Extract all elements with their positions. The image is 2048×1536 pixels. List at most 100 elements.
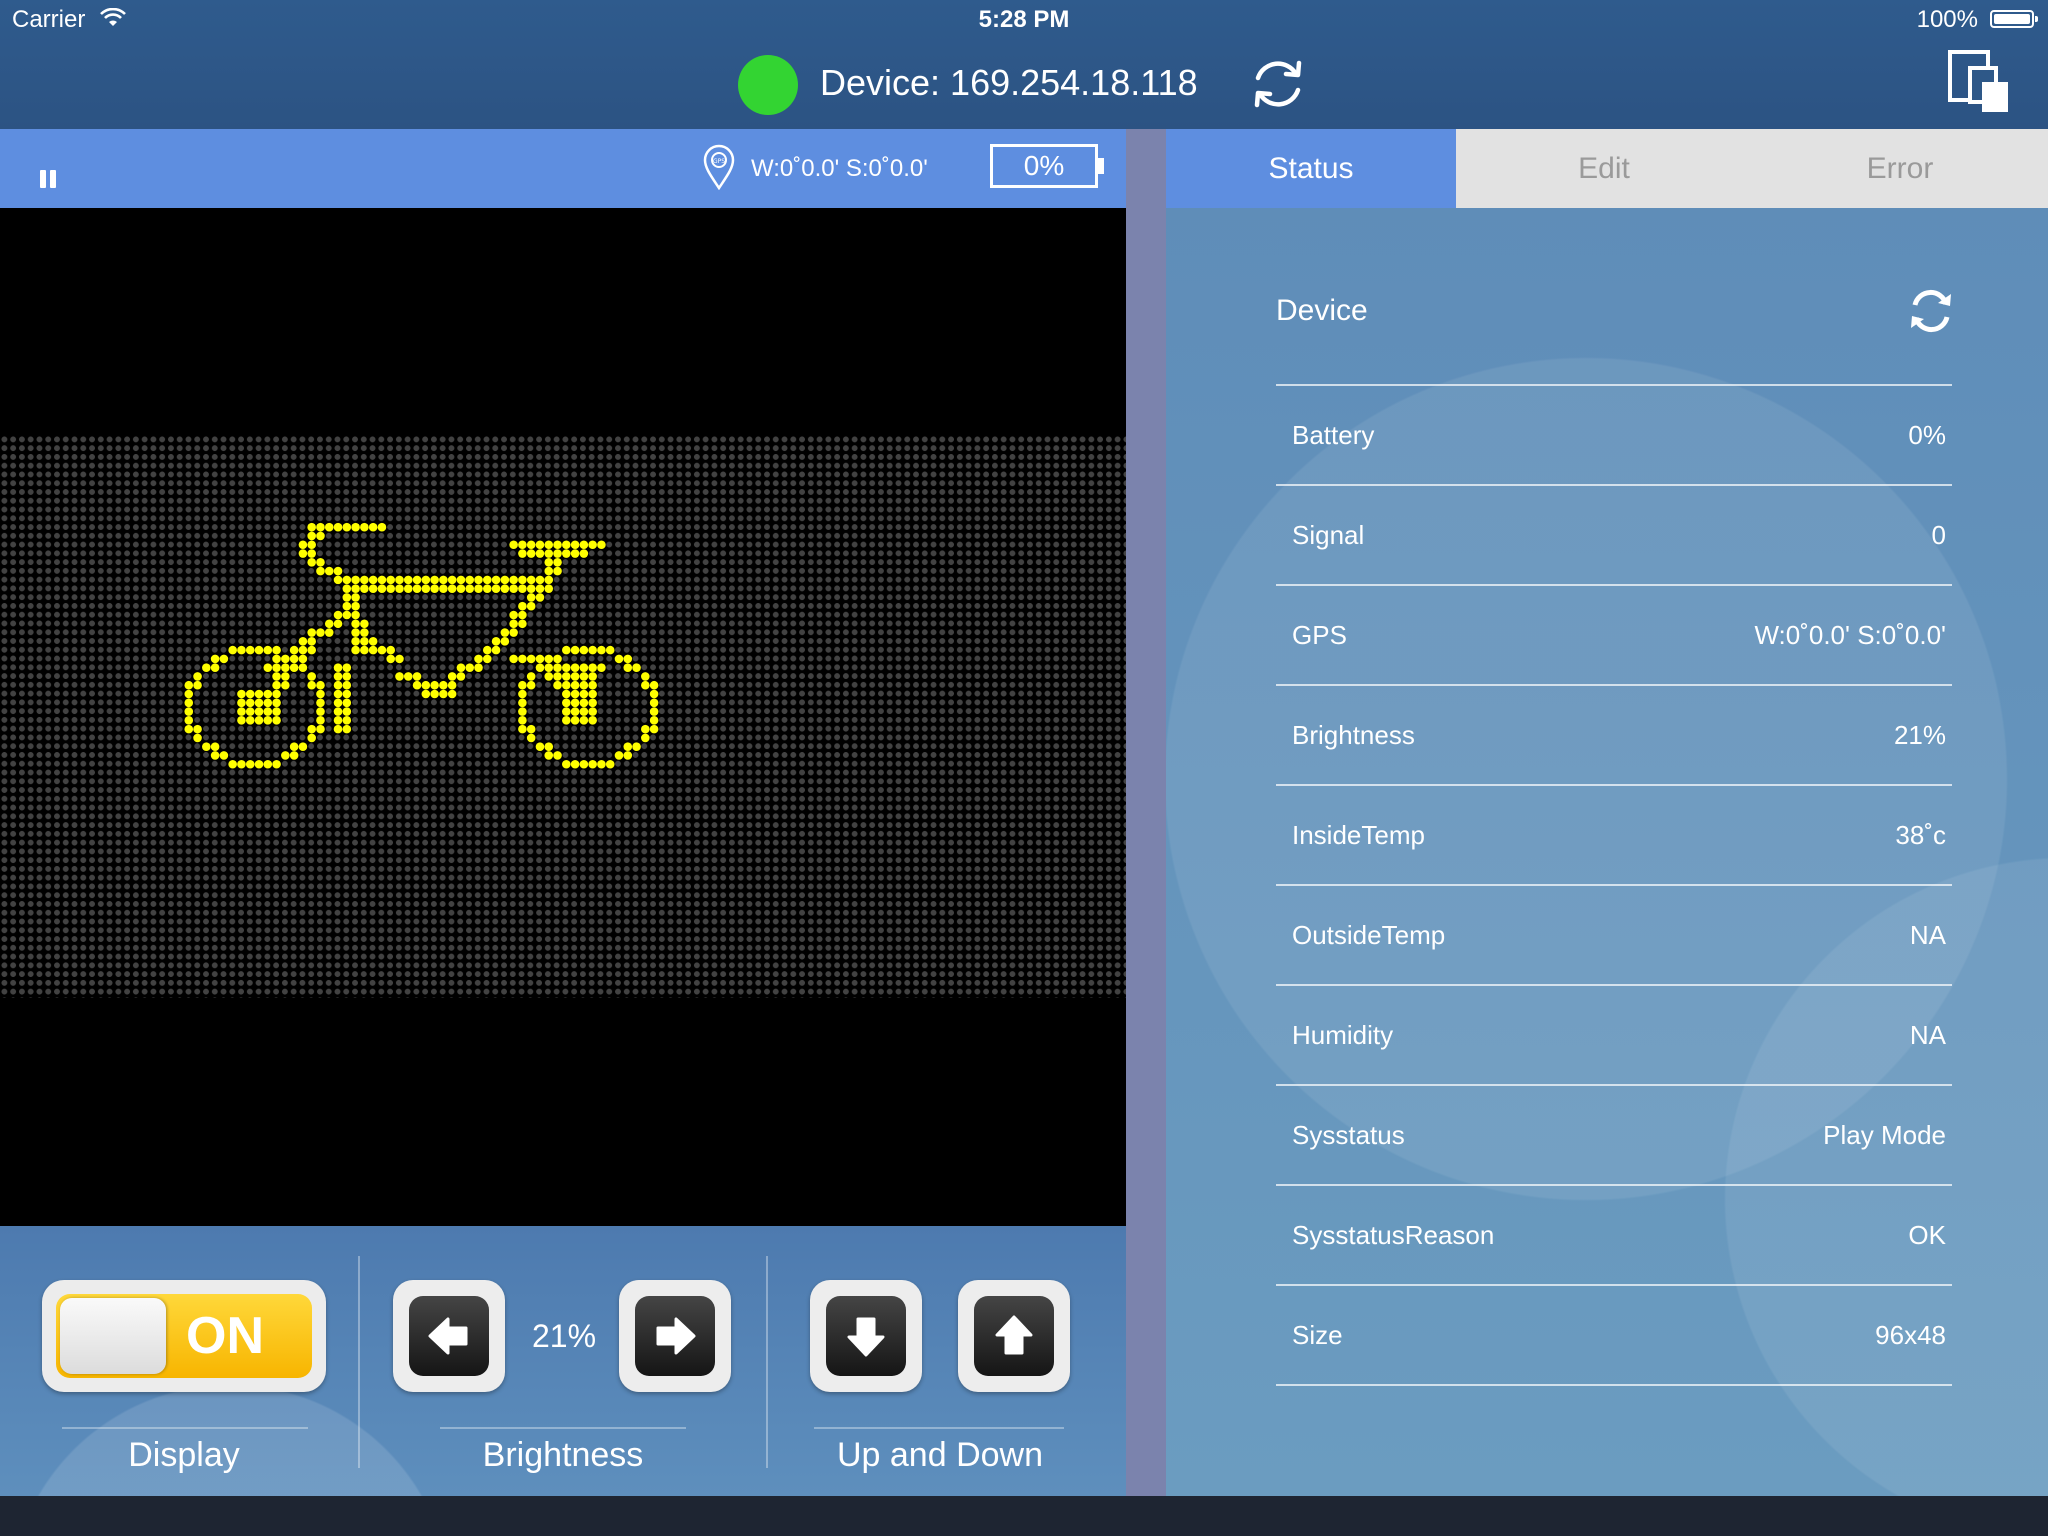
led-dot — [535, 593, 545, 602]
led-dot — [360, 637, 369, 646]
led-dot — [491, 575, 501, 585]
led-dot — [421, 689, 431, 699]
led-dot — [579, 663, 589, 672]
led-dot — [368, 645, 378, 655]
pause-icon[interactable] — [40, 168, 58, 195]
led-dot — [526, 680, 536, 690]
led-dot — [491, 584, 501, 593]
led-dot — [544, 575, 554, 585]
led-dot — [562, 759, 571, 769]
led-dot — [395, 672, 404, 681]
led-dot — [430, 584, 439, 593]
led-dot — [518, 654, 527, 664]
led-dot — [544, 663, 554, 672]
display-label: Display — [128, 1436, 240, 1474]
led-dot — [518, 575, 527, 585]
led-dot — [570, 663, 580, 672]
led-dot — [412, 672, 422, 681]
led-dot — [553, 540, 562, 550]
led-dot — [518, 716, 527, 725]
led-dot — [553, 549, 562, 558]
led-dot — [193, 733, 202, 743]
led-dot — [597, 540, 606, 550]
led-dot — [237, 707, 246, 716]
refresh-icon[interactable] — [1248, 54, 1308, 119]
led-dot — [544, 742, 554, 751]
status-bar-battery-percent: 100% — [1916, 6, 1978, 33]
display-toggle-track: ON — [56, 1294, 312, 1378]
led-dot — [570, 689, 580, 699]
led-dot — [342, 593, 352, 602]
status-row: SysstatusReason OK — [1276, 1184, 1952, 1284]
status-row-value: OK — [1908, 1220, 1946, 1250]
led-dot — [649, 698, 659, 708]
led-dot — [333, 689, 343, 699]
led-dot — [403, 584, 413, 593]
status-row-label: Signal — [1292, 520, 1365, 550]
led-dot — [562, 540, 571, 550]
led-dot — [184, 716, 194, 725]
pages-icon[interactable] — [1948, 50, 2012, 119]
led-dot — [439, 689, 448, 699]
led-dot — [518, 610, 527, 620]
refresh-icon[interactable] — [1906, 286, 1956, 341]
led-dot — [254, 698, 264, 708]
led-dot — [456, 584, 466, 593]
led-dot — [544, 549, 554, 558]
status-list: Battery 0% Signal 0 GPS W:0˚0.0' S:0˚0.0' Brig… — [1276, 384, 1952, 1386]
brightness-decrease-button[interactable] — [393, 1280, 505, 1392]
led-dot — [412, 584, 422, 593]
led-dot — [272, 663, 281, 672]
led-dot — [641, 733, 650, 743]
led-dot — [333, 707, 343, 716]
led-dot — [553, 672, 562, 681]
led-dot — [386, 584, 396, 593]
led-dot — [509, 575, 518, 585]
led-dot — [570, 707, 580, 716]
move-up-button[interactable] — [958, 1280, 1070, 1392]
brightness-increase-button[interactable] — [619, 1280, 731, 1392]
led-dot — [245, 645, 255, 655]
led-dot — [377, 584, 387, 593]
led-dot — [579, 707, 589, 716]
led-dot — [298, 540, 308, 550]
led-dot — [219, 751, 229, 760]
tab-status[interactable]: Status — [1166, 129, 1456, 208]
led-dot — [412, 575, 422, 585]
tab-edit[interactable]: Edit — [1456, 129, 1752, 208]
status-row-label: Sysstatus — [1292, 1120, 1405, 1150]
led-dot — [272, 680, 281, 690]
led-dot — [544, 654, 554, 664]
led-dot — [535, 654, 545, 664]
led-dot — [254, 689, 264, 699]
led-dot — [570, 645, 580, 655]
led-dot — [579, 698, 589, 708]
display-toggle-knob[interactable] — [60, 1298, 166, 1374]
bottom-strip — [0, 1496, 2048, 1536]
led-dot — [307, 531, 316, 541]
led-dot — [324, 628, 334, 637]
led-dot — [579, 759, 589, 769]
led-dot — [333, 619, 343, 629]
led-dot — [412, 680, 422, 690]
tab-error[interactable]: Error — [1752, 129, 2048, 208]
led-dot — [237, 698, 246, 708]
led-dot — [333, 680, 343, 690]
led-dot — [500, 584, 510, 593]
led-dot — [254, 716, 264, 725]
led-dot — [562, 698, 571, 708]
display-toggle[interactable]: ON — [42, 1280, 326, 1392]
led-dot — [245, 759, 255, 769]
led-dot — [342, 575, 352, 585]
move-down-button[interactable] — [810, 1280, 922, 1392]
led-dot — [649, 724, 659, 734]
led-dot — [562, 707, 571, 716]
led-dot — [579, 672, 589, 681]
led-dot — [307, 628, 316, 637]
led-dot — [342, 672, 352, 681]
led-dot — [307, 724, 316, 734]
led-dot — [597, 663, 606, 672]
led-dot — [588, 716, 597, 725]
led-dot — [202, 742, 211, 751]
led-dot — [518, 584, 527, 593]
